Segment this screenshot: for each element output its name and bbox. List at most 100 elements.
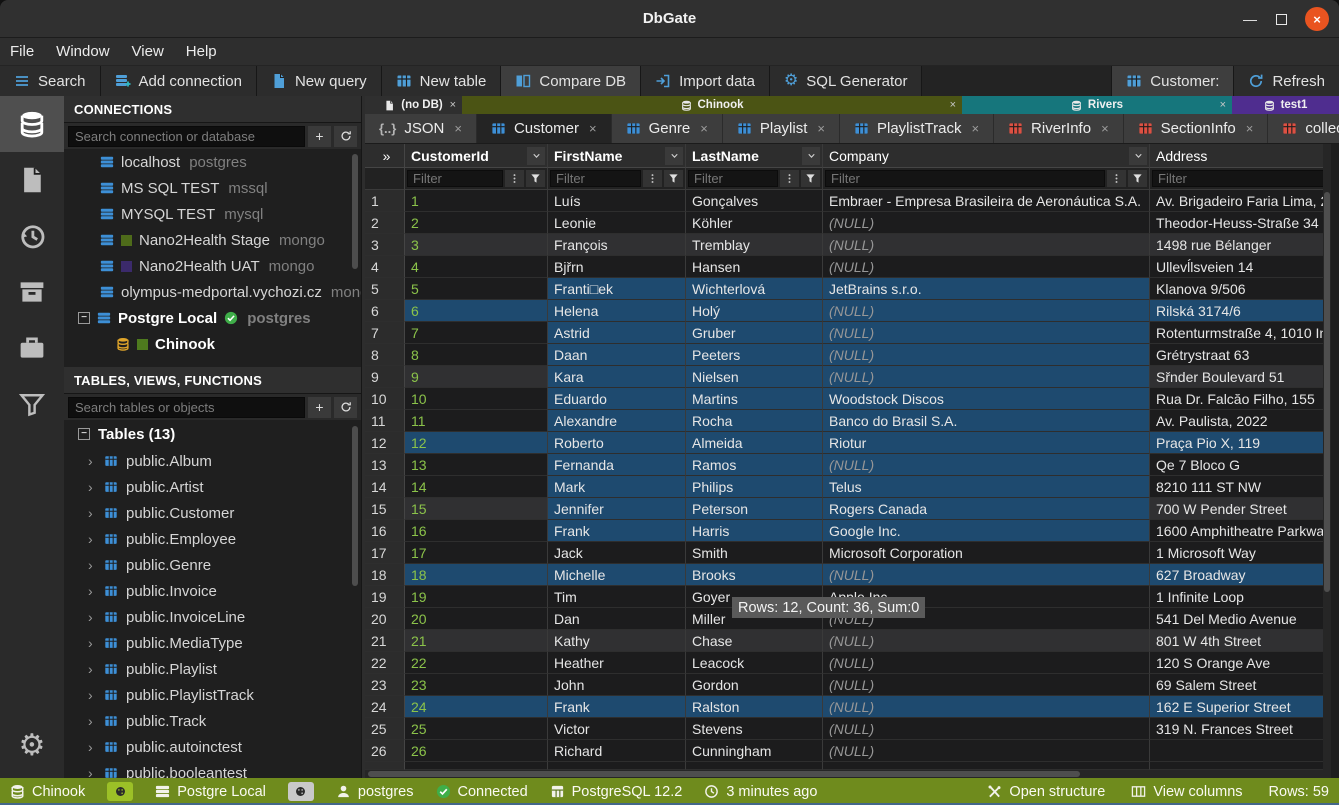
cell[interactable]: Woodstock Discos xyxy=(823,388,1150,410)
cell[interactable]: Rogers Canada xyxy=(823,498,1150,520)
cell[interactable]: Riotur xyxy=(823,432,1150,454)
cell[interactable]: Peterson xyxy=(686,498,823,520)
cell[interactable]: 3 xyxy=(405,234,548,256)
chevron-right-icon[interactable]: › xyxy=(88,765,96,778)
cell[interactable]: 17 xyxy=(405,542,548,564)
cell[interactable]: Peeters xyxy=(686,344,823,366)
column-header-company[interactable]: Company xyxy=(823,144,1150,168)
cell[interactable]: 627 Broadway xyxy=(1150,564,1331,586)
db-tab-test1[interactable]: test1 xyxy=(1232,96,1339,114)
cell[interactable]: Victor xyxy=(548,718,686,740)
cell[interactable]: 11 xyxy=(405,410,548,432)
cell[interactable]: Qe 7 Bloco G xyxy=(1150,454,1331,476)
cell[interactable]: Franti□ek xyxy=(548,278,686,300)
chevron-right-icon[interactable]: › xyxy=(88,687,96,703)
cell[interactable]: Holý xyxy=(686,300,823,322)
cell[interactable]: 21 xyxy=(405,630,548,652)
cell[interactable]: Nielsen xyxy=(686,366,823,388)
row-number[interactable]: 23 xyxy=(365,674,405,696)
chevron-right-icon[interactable]: › xyxy=(88,583,96,599)
connection-postgre-local[interactable]: −Postgre Localpostgres xyxy=(64,305,361,331)
tab-playlist[interactable]: Playlist× xyxy=(723,114,840,143)
cell[interactable]: Tremblay xyxy=(686,234,823,256)
statusbar-connected[interactable]: Connected xyxy=(436,784,528,800)
cell[interactable]: Brooks xyxy=(686,564,823,586)
statusbar-postgresql-12-2[interactable]: PostgreSQL 12.2 xyxy=(550,784,683,800)
cell[interactable]: Martins xyxy=(686,388,823,410)
cell[interactable]: 25 xyxy=(405,718,548,740)
cell[interactable]: 8 xyxy=(405,344,548,366)
cell[interactable]: Bjřrn xyxy=(548,256,686,278)
rail-funnel-outline-icon[interactable] xyxy=(0,376,64,432)
cell[interactable]: 18 xyxy=(405,564,548,586)
cell[interactable]: 1600 Amphitheatre Parkway xyxy=(1150,520,1331,542)
cell[interactable]: 4 xyxy=(405,256,548,278)
table-public-invoice[interactable]: ›public.Invoice xyxy=(64,578,361,604)
row-number[interactable]: 26 xyxy=(365,740,405,762)
cell[interactable]: Richard xyxy=(548,740,686,762)
tab-riverinfo[interactable]: RiverInfo× xyxy=(994,114,1124,143)
close-tab-icon[interactable]: × xyxy=(1101,121,1109,136)
cell[interactable]: 15 xyxy=(405,498,548,520)
close-tab-icon[interactable]: × xyxy=(700,121,708,136)
row-number[interactable]: 25 xyxy=(365,718,405,740)
row-number[interactable]: 17 xyxy=(365,542,405,564)
row-number[interactable]: 5 xyxy=(365,278,405,300)
cell[interactable]: 7 xyxy=(405,322,548,344)
cell[interactable]: 541 Del Medio Avenue xyxy=(1150,608,1331,630)
column-dropdown-icon[interactable] xyxy=(527,147,545,165)
row-number[interactable]: 16 xyxy=(365,520,405,542)
toolbar-button-import-data[interactable]: Import data xyxy=(641,66,770,96)
rail-history-icon[interactable] xyxy=(0,208,64,264)
cell[interactable]: 162 E Superior Street xyxy=(1150,696,1331,718)
column-dropdown-icon[interactable] xyxy=(665,147,683,165)
cell[interactable]: 13 xyxy=(405,454,548,476)
connection-ms-sql-test[interactable]: MS SQL TESTmssql xyxy=(64,175,361,201)
cell[interactable]: Mark xyxy=(548,476,686,498)
toolbar-button-customer[interactable]: Customer: xyxy=(1111,66,1233,96)
palette-icon[interactable] xyxy=(107,782,133,801)
cell[interactable]: Jack xyxy=(548,542,686,564)
row-number[interactable]: 1 xyxy=(365,190,405,212)
cell[interactable]: Wichterlová xyxy=(686,278,823,300)
cell[interactable]: 700 W Pender Street xyxy=(1150,498,1331,520)
cell[interactable]: 2 xyxy=(405,212,548,234)
cell[interactable]: Frank xyxy=(548,696,686,718)
row-number[interactable]: 21 xyxy=(365,630,405,652)
cell[interactable] xyxy=(1150,740,1331,762)
statusbar-open-structure[interactable]: Open structure xyxy=(987,784,1105,800)
cell[interactable]: Google Inc. xyxy=(823,520,1150,542)
column-header-address[interactable]: Address xyxy=(1150,144,1331,168)
menu-help[interactable]: Help xyxy=(186,43,217,60)
cell[interactable]: Alexandre xyxy=(548,410,686,432)
filter-input-customerid[interactable] xyxy=(407,170,503,187)
cell[interactable]: (NULL) xyxy=(823,696,1150,718)
grid-horizontal-scrollbar[interactable] xyxy=(365,770,1331,778)
cell[interactable]: (NULL) xyxy=(823,256,1150,278)
row-number[interactable]: 20 xyxy=(365,608,405,630)
cell[interactable]: 6 xyxy=(405,300,548,322)
table-public-track[interactable]: ›public.Track xyxy=(64,708,361,734)
table-public-playlist[interactable]: ›public.Playlist xyxy=(64,656,361,682)
cell[interactable]: Gordon xyxy=(686,674,823,696)
cell[interactable]: 1 Infinite Loop xyxy=(1150,586,1331,608)
cell[interactable]: Rocha xyxy=(686,410,823,432)
cell[interactable]: 16 xyxy=(405,520,548,542)
cell[interactable]: Gonçalves xyxy=(686,190,823,212)
cell[interactable]: Almeida xyxy=(686,432,823,454)
row-number[interactable]: 10 xyxy=(365,388,405,410)
maximize-button[interactable] xyxy=(1276,14,1287,25)
connection-nano2health-uat[interactable]: Nano2Health UATmongo xyxy=(64,253,361,279)
cell[interactable]: 1 xyxy=(405,190,548,212)
cell[interactable]: 120 S Orange Ave xyxy=(1150,652,1331,674)
chevron-right-icon[interactable]: › xyxy=(88,713,96,729)
row-number[interactable]: 18 xyxy=(365,564,405,586)
menu-view[interactable]: View xyxy=(132,43,164,60)
cell[interactable]: Luís xyxy=(548,190,686,212)
cell[interactable]: Ralston xyxy=(686,696,823,718)
connection-mysql-test[interactable]: MYSQL TESTmysql xyxy=(64,201,361,227)
statusbar-palette-button[interactable] xyxy=(107,782,133,801)
cell[interactable]: Leacock xyxy=(686,652,823,674)
cell[interactable]: 319 N. Frances Street xyxy=(1150,718,1331,740)
chevron-right-icon[interactable]: › xyxy=(88,557,96,573)
